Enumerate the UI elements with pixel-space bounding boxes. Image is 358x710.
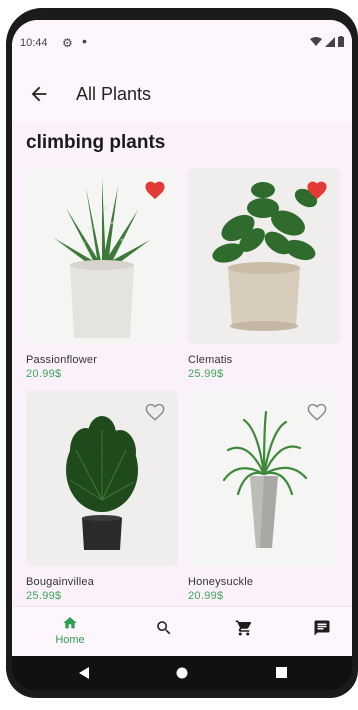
- favorite-heart-icon[interactable]: [306, 180, 328, 200]
- plant-image[interactable]: [26, 390, 178, 566]
- plant-image[interactable]: [26, 168, 178, 344]
- home-icon: [63, 617, 77, 629]
- nav-search[interactable]: [144, 615, 184, 637]
- system-back-icon[interactable]: [78, 667, 90, 679]
- nav-home-label: Home: [55, 634, 85, 646]
- plant-image[interactable]: [188, 168, 340, 344]
- cart-icon: [235, 620, 252, 636]
- battery-icon: [338, 36, 344, 47]
- nav-cart[interactable]: [224, 615, 264, 637]
- app-bar: All Plants: [12, 66, 352, 122]
- system-home-icon[interactable]: [176, 667, 188, 679]
- phone-screen: 10:44 ⚙ • All Plants climbing plants Pas…: [12, 20, 352, 656]
- plant-card[interactable]: Clematis 25.99$: [188, 168, 340, 380]
- wifi-icon: [310, 36, 322, 46]
- plant-price: 25.99$: [26, 590, 62, 602]
- plant-name: Bougainvillea: [26, 576, 95, 588]
- search-icon: [157, 621, 171, 635]
- plant-list[interactable]: climbing plants Passionflower 20.99$ Cle…: [12, 122, 352, 606]
- system-navigation-bar: [12, 656, 352, 690]
- page-title: All Plants: [76, 84, 152, 104]
- plant-name: Passionflower: [26, 354, 98, 366]
- nav-home[interactable]: Home: [50, 615, 90, 646]
- plant-price: 25.99$: [188, 368, 224, 380]
- nav-messages[interactable]: [302, 615, 342, 637]
- plant-card[interactable]: Honeysuckle 20.99$: [188, 390, 340, 602]
- notification-dot-icon: •: [82, 33, 87, 49]
- plant-price: 20.99$: [26, 368, 62, 380]
- plant-card[interactable]: Passionflower 20.99$: [26, 168, 178, 380]
- plant-card[interactable]: Bougainvillea 25.99$: [26, 390, 178, 602]
- bottom-navigation: Home: [12, 606, 352, 656]
- plant-name: Clematis: [188, 354, 233, 366]
- favorite-heart-icon[interactable]: [144, 180, 166, 200]
- plant-image[interactable]: [188, 390, 340, 566]
- favorite-heart-outline-icon[interactable]: [306, 402, 328, 422]
- settings-gear-icon: ⚙: [62, 36, 73, 50]
- status-icons: [310, 36, 344, 47]
- back-arrow-icon[interactable]: [28, 83, 50, 105]
- plant-price: 20.99$: [188, 590, 224, 602]
- chat-icon: [314, 620, 330, 636]
- favorite-heart-outline-icon[interactable]: [144, 402, 166, 422]
- system-recents-icon[interactable]: [276, 667, 287, 678]
- section-title: climbing plants: [26, 132, 166, 153]
- plant-name: Honeysuckle: [188, 576, 254, 588]
- status-time: 10:44: [20, 37, 48, 49]
- signal-icon: [325, 36, 335, 47]
- status-bar: 10:44 ⚙ •: [12, 20, 352, 66]
